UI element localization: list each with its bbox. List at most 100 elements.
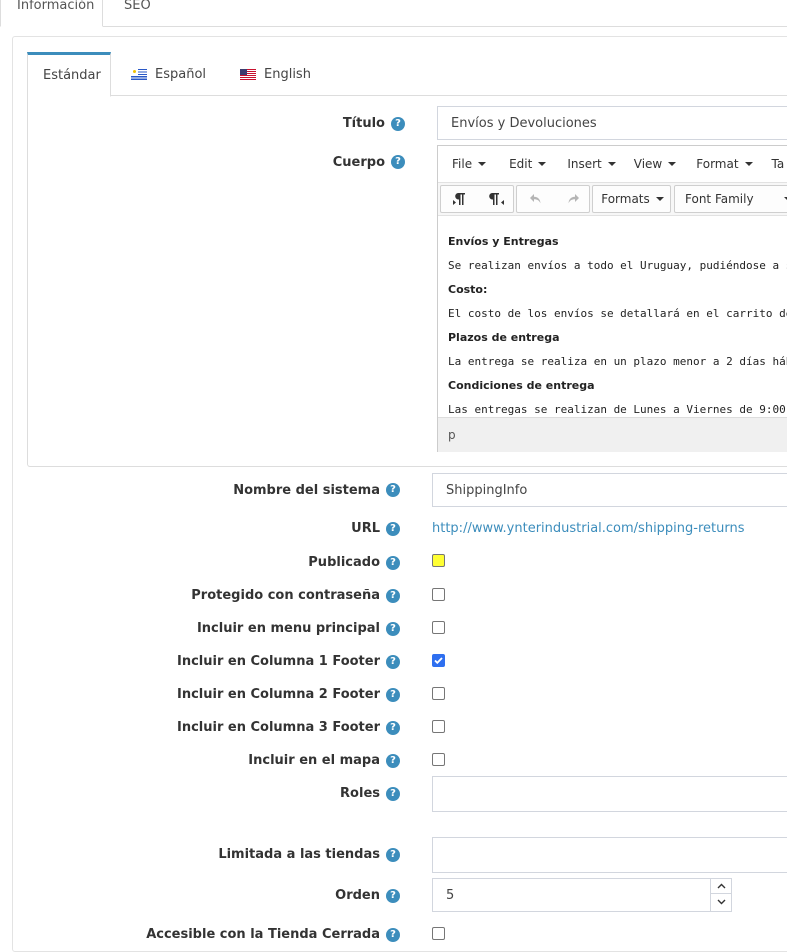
- main-menu-help-icon[interactable]: ?: [386, 622, 400, 636]
- ltr-paragraph-icon: [452, 193, 465, 205]
- order-input[interactable]: 5: [432, 878, 732, 912]
- menu-file[interactable]: File: [452, 156, 487, 171]
- stores-multiselect[interactable]: [432, 837, 787, 873]
- password-protected-checkbox[interactable]: [432, 588, 445, 601]
- undo-button[interactable]: [517, 186, 554, 212]
- checkmark-icon: [434, 657, 443, 665]
- rtl-button[interactable]: [478, 186, 515, 212]
- footer-1-help-icon[interactable]: ?: [386, 655, 400, 669]
- menu-insert-label: Insert: [567, 156, 602, 171]
- usa-flag-icon: [240, 68, 256, 80]
- menu-view-label: View: [633, 156, 663, 171]
- published-help-icon[interactable]: ?: [386, 556, 400, 570]
- sitemap-help-icon[interactable]: ?: [386, 754, 400, 768]
- content-paragraph: La entrega se realiza en un plazo menor …: [448, 355, 787, 368]
- tab-informacion[interactable]: Información: [0, 0, 103, 27]
- cuerpo-help-icon[interactable]: ?: [391, 155, 405, 169]
- system-name-label: Nombre del sistema: [233, 483, 380, 498]
- roles-label: Roles: [340, 786, 380, 801]
- content-heading: Envíos y Entregas: [448, 235, 559, 248]
- cuerpo-label: Cuerpo: [332, 155, 385, 170]
- rtl-paragraph-icon: [488, 193, 504, 205]
- chevron-down-icon: [744, 161, 753, 166]
- font-family-label: Font Family: [685, 192, 754, 206]
- roles-multiselect[interactable]: [432, 776, 787, 812]
- chevron-down-icon: [478, 161, 487, 166]
- menu-table[interactable]: Ta: [772, 157, 785, 171]
- stores-help-icon[interactable]: ?: [386, 848, 400, 862]
- content-paragraph: Se realizan envíos a todo el Uruguay, pu…: [448, 259, 787, 272]
- password-help-icon[interactable]: ?: [386, 589, 400, 603]
- system-name-help-icon[interactable]: ?: [386, 483, 400, 497]
- tab-seo-label: SEO: [124, 0, 151, 13]
- checkbox-label-published: Publicado: [308, 555, 380, 570]
- order-decrement-button[interactable]: [711, 894, 732, 910]
- footer-2-help-icon[interactable]: ?: [386, 688, 400, 702]
- ltr-button[interactable]: [441, 186, 478, 212]
- tab-spanish[interactable]: Español: [131, 52, 221, 96]
- order-help-icon[interactable]: ?: [386, 889, 400, 903]
- history-button-group: [516, 185, 590, 213]
- chevron-down-icon: [783, 197, 787, 201]
- body-rich-text-editor[interactable]: File Edit Insert View Format Ta Formats: [437, 145, 787, 452]
- checkbox-label-password: Protegido con contraseña: [191, 588, 380, 603]
- tab-standard[interactable]: Estándar: [27, 52, 111, 97]
- tab-english-label: English: [264, 66, 311, 82]
- footer-column-1-checkbox[interactable]: [432, 654, 445, 667]
- content-heading: Condiciones de entrega: [448, 379, 595, 392]
- menu-insert[interactable]: Insert: [567, 156, 616, 171]
- order-increment-button[interactable]: [711, 878, 732, 894]
- content-paragraph: El costo de los envíos se detallará en e…: [448, 307, 787, 320]
- chevron-down-icon: [607, 161, 616, 166]
- checkbox-label-footer-1: Incluir en Columna 1 Footer: [176, 654, 380, 669]
- tab-standard-label: Estándar: [43, 68, 101, 83]
- chevron-up-icon: [717, 883, 726, 888]
- menu-edit-label: Edit: [509, 156, 533, 171]
- published-checkbox[interactable]: [432, 554, 445, 567]
- font-family-dropdown[interactable]: Font Family: [674, 185, 787, 213]
- order-label: Orden: [335, 888, 380, 903]
- checkbox-label-sitemap: Incluir en el mapa: [248, 753, 380, 768]
- page-url-link[interactable]: http://www.ynterindustrial.com/shipping-…: [432, 521, 745, 536]
- stores-label: Limitada a las tiendas: [218, 847, 380, 862]
- editor-content-area[interactable]: Envíos y Entregas Se realizan envíos a t…: [438, 216, 787, 416]
- chevron-down-icon: [717, 899, 726, 905]
- footer-column-2-checkbox[interactable]: [432, 687, 445, 700]
- checkbox-label-main-menu: Incluir en menu principal: [196, 621, 380, 636]
- url-help-icon[interactable]: ?: [386, 522, 400, 536]
- element-path[interactable]: p: [448, 428, 456, 442]
- editor-menubar: File Edit Insert View Format Ta: [438, 146, 787, 181]
- menu-file-label: File: [452, 156, 473, 171]
- tab-english[interactable]: English: [240, 52, 330, 96]
- menu-format[interactable]: Format: [696, 156, 753, 171]
- font-family-inner: Font Family: [685, 186, 787, 212]
- tab-seo[interactable]: SEO: [110, 0, 170, 26]
- footer-3-help-icon[interactable]: ?: [386, 721, 400, 735]
- formats-label: Formats: [601, 192, 650, 206]
- menu-edit[interactable]: Edit: [509, 156, 547, 171]
- closed-store-help-icon[interactable]: ?: [386, 928, 400, 942]
- direction-button-group: [440, 185, 514, 213]
- titulo-label: Título: [342, 116, 385, 131]
- menu-format-label: Format: [696, 156, 739, 171]
- editor-statusbar: p: [438, 417, 787, 452]
- uruguay-flag-icon: [131, 68, 147, 80]
- footer-column-3-checkbox[interactable]: [432, 720, 445, 733]
- formats-dropdown[interactable]: Formats: [592, 185, 671, 213]
- titulo-input[interactable]: Envíos y Devoluciones: [437, 106, 787, 140]
- tab-informacion-label: Información: [17, 0, 95, 13]
- closed-store-label: Accesible con la Tienda Cerrada: [146, 927, 380, 942]
- url-label: URL: [351, 521, 380, 536]
- chevron-down-icon: [655, 197, 664, 201]
- titulo-help-icon[interactable]: ?: [391, 117, 405, 131]
- menu-view[interactable]: View: [633, 156, 677, 171]
- redo-button[interactable]: [554, 186, 591, 212]
- closed-store-checkbox[interactable]: [432, 927, 445, 940]
- sitemap-checkbox[interactable]: [432, 753, 445, 766]
- main-menu-checkbox[interactable]: [432, 621, 445, 634]
- chevron-down-icon: [668, 161, 677, 166]
- content-heading: Costo:: [448, 283, 488, 296]
- formats-dropdown-inner: Formats: [593, 186, 672, 212]
- system-name-input[interactable]: ShippingInfo: [432, 473, 787, 507]
- roles-help-icon[interactable]: ?: [386, 787, 400, 801]
